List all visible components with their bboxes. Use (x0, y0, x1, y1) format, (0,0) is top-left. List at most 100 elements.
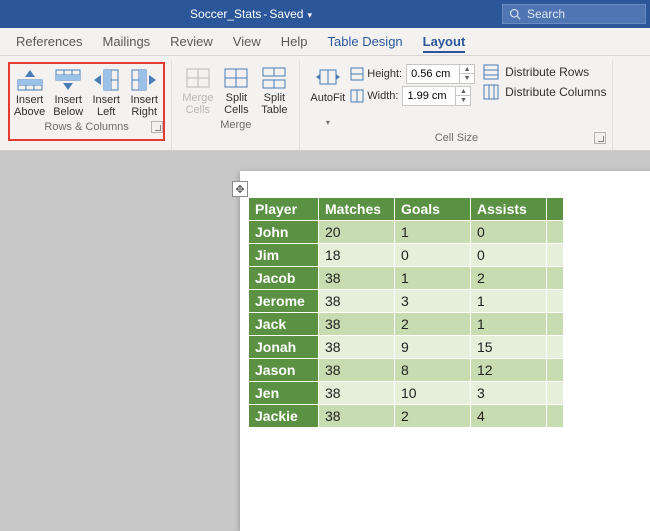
cell-goals[interactable]: 0 (395, 244, 471, 267)
cell-goals[interactable]: 1 (395, 221, 471, 244)
cell-goals[interactable]: 2 (395, 313, 471, 336)
table-row[interactable]: Jerome3831 (249, 290, 564, 313)
split-cells-button[interactable]: Split Cells (217, 62, 255, 116)
tab-table-design[interactable]: Table Design (318, 30, 413, 55)
table-row[interactable]: John2010 (249, 221, 564, 244)
table-row[interactable]: Jonah38915 (249, 336, 564, 359)
cell-trailing[interactable] (547, 382, 564, 405)
split-table-label: Split Table (261, 92, 287, 116)
cell-trailing[interactable] (547, 267, 564, 290)
cell-player[interactable]: Jim (249, 244, 319, 267)
width-value[interactable] (403, 90, 455, 102)
insert-right-button[interactable]: Insert Right (125, 64, 163, 118)
row-height-icon (349, 66, 365, 82)
height-up[interactable]: ▲ (460, 65, 474, 74)
cell-player[interactable]: Jacob (249, 267, 319, 290)
cell-player[interactable]: Jonah (249, 336, 319, 359)
table-row[interactable]: Jack3821 (249, 313, 564, 336)
header-trailing[interactable] (547, 198, 564, 221)
cell-player[interactable]: Jack (249, 313, 319, 336)
distribute-columns-button[interactable]: Distribute Columns (483, 84, 606, 100)
insert-left-icon (92, 68, 120, 92)
cell-goals[interactable]: 1 (395, 267, 471, 290)
height-value[interactable] (407, 68, 459, 80)
cell-player[interactable]: Jackie (249, 405, 319, 428)
tab-mailings[interactable]: Mailings (92, 30, 160, 55)
cell-assists[interactable]: 3 (471, 382, 547, 405)
cell-goals[interactable]: 2 (395, 405, 471, 428)
table-row[interactable]: Jen38103 (249, 382, 564, 405)
cell-assists[interactable]: 4 (471, 405, 547, 428)
group-label-rows-columns: Rows & Columns (10, 118, 163, 137)
cell-matches[interactable]: 38 (319, 290, 395, 313)
cell-player[interactable]: Jerome (249, 290, 319, 313)
width-down[interactable]: ▼ (456, 96, 470, 105)
table-move-handle[interactable]: ✥ (232, 181, 248, 197)
table-row[interactable]: Jason38812 (249, 359, 564, 382)
height-down[interactable]: ▼ (460, 74, 474, 83)
col-width-icon (349, 88, 365, 104)
table-row[interactable]: Jackie3824 (249, 405, 564, 428)
cell-player[interactable]: John (249, 221, 319, 244)
cell-goals[interactable]: 9 (395, 336, 471, 359)
width-input[interactable]: ▲▼ (402, 86, 471, 106)
cell-player[interactable]: Jason (249, 359, 319, 382)
rows-columns-dialog-launcher[interactable] (151, 121, 163, 133)
cell-size-dialog-launcher[interactable] (594, 132, 606, 144)
tab-review[interactable]: Review (160, 30, 223, 55)
cell-assists[interactable]: 0 (471, 221, 547, 244)
tab-layout[interactable]: Layout (413, 30, 476, 55)
cell-matches[interactable]: 38 (319, 359, 395, 382)
distribute-columns-label: Distribute Columns (505, 85, 606, 99)
cell-trailing[interactable] (547, 221, 564, 244)
tab-view[interactable]: View (223, 30, 271, 55)
cell-trailing[interactable] (547, 336, 564, 359)
cell-goals[interactable]: 3 (395, 290, 471, 313)
cell-assists[interactable]: 1 (471, 290, 547, 313)
tab-help[interactable]: Help (271, 30, 318, 55)
width-up[interactable]: ▲ (456, 87, 470, 96)
group-label-cell-size: Cell Size (306, 129, 606, 148)
title-dropdown-icon[interactable]: ▾ (303, 10, 312, 20)
cell-matches[interactable]: 38 (319, 313, 395, 336)
height-input[interactable]: ▲▼ (406, 64, 475, 84)
insert-left-label: Insert Left (92, 94, 120, 118)
cell-matches[interactable]: 38 (319, 336, 395, 359)
autofit-button[interactable]: AutoFit ▾ (306, 62, 349, 129)
cell-goals[interactable]: 10 (395, 382, 471, 405)
cell-matches[interactable]: 38 (319, 382, 395, 405)
cell-matches[interactable]: 38 (319, 405, 395, 428)
search-input[interactable]: Search (502, 4, 646, 24)
cell-trailing[interactable] (547, 313, 564, 336)
header-player[interactable]: Player (249, 198, 319, 221)
distribute-rows-button[interactable]: Distribute Rows (483, 64, 606, 80)
cell-player[interactable]: Jen (249, 382, 319, 405)
cell-trailing[interactable] (547, 359, 564, 382)
tab-references[interactable]: References (6, 30, 92, 55)
split-table-button[interactable]: Split Table (255, 62, 293, 116)
cell-assists[interactable]: 0 (471, 244, 547, 267)
insert-below-button[interactable]: Insert Below (49, 64, 87, 118)
soccer-table[interactable]: Player Matches Goals Assists John2010Jim… (248, 197, 564, 428)
cell-trailing[interactable] (547, 290, 564, 313)
cell-goals[interactable]: 8 (395, 359, 471, 382)
table-row[interactable]: Jim1800 (249, 244, 564, 267)
insert-left-button[interactable]: Insert Left (87, 64, 125, 118)
table-row[interactable]: Jacob3812 (249, 267, 564, 290)
cell-assists[interactable]: 15 (471, 336, 547, 359)
header-matches[interactable]: Matches (319, 198, 395, 221)
group-merge: Merge Cells Split Cells Split Table Merg… (172, 60, 300, 150)
cell-matches[interactable]: 38 (319, 267, 395, 290)
header-goals[interactable]: Goals (395, 198, 471, 221)
cell-assists[interactable]: 1 (471, 313, 547, 336)
cell-trailing[interactable] (547, 244, 564, 267)
merge-cells-icon (184, 66, 212, 90)
cell-assists[interactable]: 12 (471, 359, 547, 382)
cell-trailing[interactable] (547, 405, 564, 428)
cell-assists[interactable]: 2 (471, 267, 547, 290)
cell-matches[interactable]: 20 (319, 221, 395, 244)
header-assists[interactable]: Assists (471, 198, 547, 221)
ribbon: Insert Above Insert Below Insert Left In… (0, 56, 650, 151)
cell-matches[interactable]: 18 (319, 244, 395, 267)
insert-above-button[interactable]: Insert Above (10, 64, 49, 118)
